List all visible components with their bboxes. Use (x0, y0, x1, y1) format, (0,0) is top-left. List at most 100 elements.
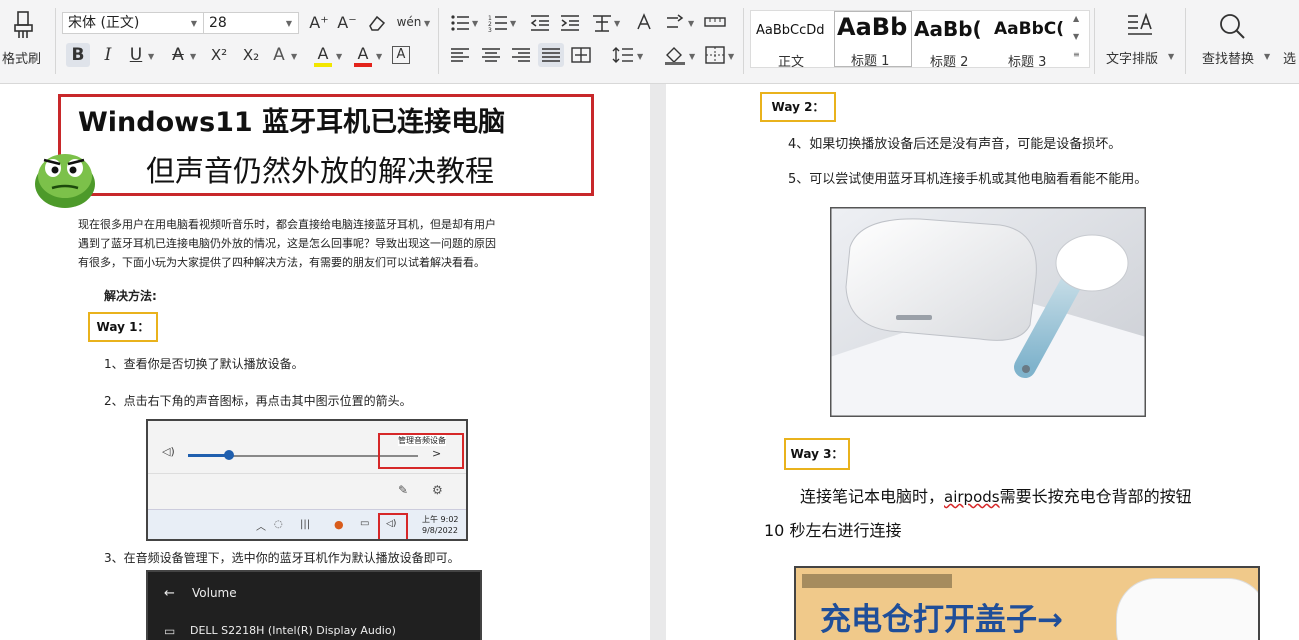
back-arrow-icon[interactable]: ← (164, 586, 175, 601)
highlight-color-bar (314, 63, 332, 67)
intro-line-1: 现在很多用户在用电脑看视频听音乐时，都会直接给电脑连接蓝牙耳机，但是却有用户 (78, 218, 496, 231)
chevron-right-icon[interactable]: > (432, 447, 441, 460)
line-spacing-icon[interactable] (612, 46, 634, 64)
manage-audio-devices-tooltip: 管理音频设备 (398, 435, 446, 446)
chevron-down-icon[interactable]: ▼ (190, 52, 196, 61)
charging-case-image: 充电仓打开盖子→ (794, 566, 1260, 640)
airpods-photo (830, 207, 1146, 417)
justify-button[interactable] (538, 43, 564, 67)
decrease-indent-icon[interactable] (530, 14, 550, 32)
pinyin-guide-icon[interactable]: wén (394, 13, 424, 31)
font-name-value: 宋体 (正文) (68, 15, 140, 31)
search-icon (1220, 14, 1245, 39)
text-direction-icon[interactable] (664, 13, 686, 33)
format-painter-label: 格式刷 (2, 52, 42, 67)
chevron-up-icon[interactable]: ︿ (256, 518, 266, 533)
blurred-watermark (802, 574, 952, 588)
chevron-down-icon: ▼ (1073, 32, 1080, 41)
increase-indent-icon[interactable] (560, 14, 580, 32)
paragraph-line-2: 10 秒左右进行连接 (764, 521, 902, 540)
way-1-label: Way 1： (88, 312, 158, 342)
font-name-select[interactable]: 宋体 (正文) ▼ (62, 12, 204, 34)
font-size-select[interactable]: 28 ▼ (203, 12, 299, 34)
chevron-down-icon[interactable]: ▼ (637, 52, 643, 61)
audio-device-name[interactable]: DELL S2218H (Intel(R) Display Audio) (190, 624, 396, 637)
style-heading-2[interactable]: AaBb( 标题 2 (912, 11, 992, 70)
volume-heading: Volume (192, 586, 237, 600)
ruler-icon[interactable] (704, 15, 726, 29)
numbered-list-icon[interactable]: 123 (488, 14, 508, 32)
text-layout-button[interactable]: 文字排版 ▼ (1100, 8, 1180, 70)
chevron-down-icon: ▼ (1264, 52, 1271, 61)
align-center-icon[interactable] (481, 47, 501, 63)
style-heading-1[interactable]: AaBb 标题 1 (834, 11, 912, 69)
app-tray-icon[interactable]: ● (334, 518, 344, 531)
chevron-down-icon[interactable]: ▼ (472, 19, 478, 28)
highlight-button[interactable]: A (312, 45, 334, 67)
character-border-icon: A (396, 47, 406, 62)
style-heading-3-preview: AaBbC( (994, 19, 1065, 39)
text-effect-icon[interactable]: A (270, 46, 288, 64)
chevron-down-icon[interactable]: ▼ (510, 19, 516, 28)
chevron-down-icon[interactable]: ▼ (688, 19, 694, 28)
align-left-icon[interactable] (450, 47, 470, 63)
borders-icon[interactable] (705, 46, 725, 64)
chevron-down-icon[interactable]: ▼ (291, 52, 297, 61)
grow-font-icon[interactable]: A⁺ (308, 14, 330, 32)
chevron-down-icon[interactable]: ▼ (424, 19, 430, 28)
paragraph-line-1-end: 需要长按充电仓背部的按钮 (999, 487, 1192, 506)
distributed-align-icon[interactable] (571, 46, 591, 64)
step-3: 3、在音频设备管理下，选中你的蓝牙耳机作为默认播放设备即可。 (104, 551, 460, 565)
chevron-down-icon[interactable]: ▼ (336, 52, 342, 61)
style-heading-3[interactable]: AaBbC( 标题 3 (992, 11, 1068, 70)
text-layout-icon (1128, 12, 1152, 35)
align-right-icon[interactable] (511, 47, 531, 63)
character-border-button[interactable]: A (392, 46, 410, 64)
bullet-list-icon[interactable] (450, 14, 470, 32)
intro-line-3: 有很多，下面小玩为大家提供了四种解决方法，有需要的朋友们可以试着解决看看。 (78, 256, 485, 269)
chevron-down-icon[interactable]: ▼ (148, 52, 154, 61)
chevron-down-icon[interactable]: ▼ (614, 19, 620, 28)
display-icon[interactable]: ▭ (360, 518, 369, 529)
chinese-layout-icon[interactable] (591, 13, 613, 33)
style-normal[interactable]: AaBbCcDd 正文 (752, 11, 832, 70)
settings-icon[interactable]: ⚙ (432, 483, 443, 497)
font-color-bar (354, 63, 372, 67)
bold-button[interactable]: B (66, 43, 90, 67)
find-replace-button[interactable]: 查找替换 ▼ (1194, 8, 1274, 70)
superscript-icon[interactable]: X² (206, 46, 232, 64)
step-4: 4、如果切换播放设备后还是没有声音，可能是设备损坏。 (788, 137, 1122, 152)
case-photo (1116, 578, 1258, 640)
title-line-1: Windows11 蓝牙耳机已连接电脑 (78, 107, 506, 138)
style-normal-preview: AaBbCcDd (756, 23, 825, 38)
microphone-icon[interactable]: ||| (300, 519, 310, 530)
chevron-down-icon[interactable]: ▼ (728, 52, 734, 61)
shading-icon[interactable] (663, 45, 687, 65)
volume-thumb[interactable] (224, 450, 234, 460)
highlight-icon: A (317, 44, 329, 63)
format-painter-button[interactable]: 格式刷 (0, 6, 50, 68)
italic-icon[interactable]: I (98, 46, 118, 64)
sound-flyout-screenshot: ◁) 管理音频设备 > ✎ ⚙ ︿ ◌ ||| ● ▭ ◁) 上午 9:02 9… (146, 419, 468, 541)
underline-icon[interactable]: U (126, 46, 146, 64)
chevron-down-icon[interactable]: ▼ (689, 52, 695, 61)
style-heading-2-name: 标题 2 (930, 55, 969, 70)
style-gallery-scroll[interactable]: ▲ ▼ ≡ (1069, 12, 1087, 66)
subscript-icon[interactable]: X₂ (238, 46, 264, 64)
font-size-value: 28 (209, 15, 227, 31)
paragraph-direction-icon[interactable] (634, 13, 654, 33)
shrink-font-icon[interactable]: A⁻ (336, 14, 358, 32)
font-color-button[interactable]: A (352, 45, 374, 67)
strikethrough-icon[interactable]: A (168, 46, 188, 64)
select-button[interactable]: 选 (1283, 48, 1296, 67)
step-2: 2、点击右下角的声音图标，再点击其中图示位置的箭头。 (104, 394, 412, 408)
network-icon[interactable]: ◌ (274, 519, 283, 530)
frog-mascot-image (35, 154, 95, 208)
justify-icon (542, 48, 560, 62)
eraser-icon[interactable] (366, 14, 388, 32)
tray-speaker-icon[interactable]: ◁) (386, 519, 396, 529)
speaker-icon: ◁) (162, 445, 175, 458)
edit-icon[interactable]: ✎ (398, 483, 408, 497)
chevron-down-icon[interactable]: ▼ (376, 52, 382, 61)
svg-text:3: 3 (488, 27, 492, 32)
